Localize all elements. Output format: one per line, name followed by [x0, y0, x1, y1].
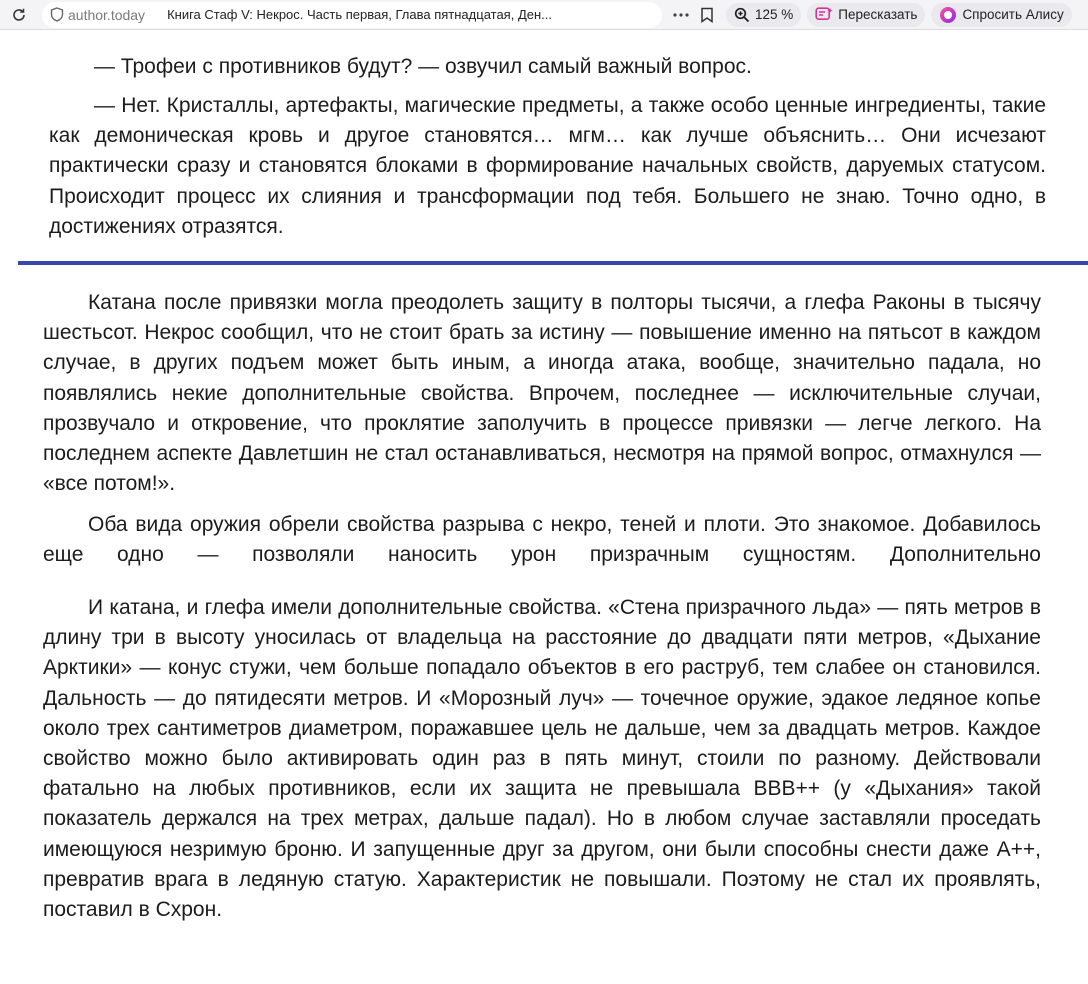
magnifier-icon: [734, 7, 750, 23]
retell-button[interactable]: Пересказать: [807, 2, 926, 27]
browser-toolbar: author.today Книга Стаф V: Некрос. Часть…: [0, 0, 1088, 30]
shield-icon[interactable]: [50, 7, 64, 22]
reload-icon[interactable]: [6, 2, 32, 28]
dialog-paragraph-2: — Нет. Кристаллы, артефакты, магические …: [49, 94, 1046, 238]
retell-icon: [815, 6, 834, 23]
page-title: Книга Стаф V: Некрос. Часть первая, Глав…: [167, 7, 552, 22]
text-paragraph-2: Оба вида оружия обрели свойства разрыва …: [43, 513, 1041, 567]
section-divider: [18, 261, 1088, 265]
more-icon[interactable]: [668, 2, 694, 28]
reader-content: — Трофеи с противников будут? — озвучил …: [0, 30, 1088, 984]
dialog-paragraph-1: — Трофеи с противников будут? — озвучил …: [94, 55, 752, 78]
zoom-indicator[interactable]: 125 %: [726, 2, 802, 27]
text-paragraph-1: Катана после привязки могла преодолеть з…: [43, 291, 1041, 496]
address-bar[interactable]: author.today Книга Стаф V: Некрос. Часть…: [42, 1, 662, 28]
alice-icon: [939, 6, 957, 24]
retell-label: Пересказать: [838, 7, 918, 22]
ask-alice-label: Спросить Алису: [962, 7, 1064, 22]
zoom-value: 125 %: [755, 7, 794, 22]
bookmark-icon[interactable]: [694, 2, 720, 28]
ask-alice-button[interactable]: Спросить Алису: [931, 2, 1072, 27]
text-paragraph-3: И катана, и глефа имели дополнительные с…: [43, 596, 1041, 922]
site-domain: author.today: [68, 6, 146, 23]
